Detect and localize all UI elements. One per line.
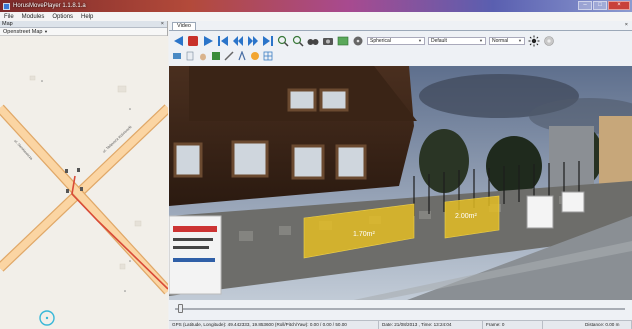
toolbar-row-tools — [172, 50, 273, 62]
menu-options[interactable]: Options — [52, 14, 73, 20]
mode-value: Normal — [492, 38, 509, 44]
document-icon[interactable] — [185, 51, 195, 61]
status-frame: Frame: 0 — [483, 320, 543, 329]
projection-value: Spherical — [370, 38, 391, 44]
step-forward-icon[interactable] — [247, 35, 259, 47]
projection-dropdown[interactable]: Spherical ▼ — [367, 37, 425, 45]
map-panel-title: Map — [2, 21, 13, 27]
video-panel: Video × Spherical ▼ Default ▼ Normal ▼ 1… — [169, 21, 632, 329]
chevron-down-icon: ▼ — [43, 29, 48, 34]
map-canvas[interactable]: ul. Tadeusza Kościuszki ul. Sienkiewicza — [0, 36, 168, 329]
settings-gear-icon[interactable] — [543, 35, 555, 47]
menu-help[interactable]: Help — [81, 14, 93, 20]
toolbar-row-playback: Spherical ▼ Default ▼ Normal ▼ — [172, 33, 555, 49]
map-panel-header: Map × — [0, 21, 167, 28]
chevron-down-icon: ▼ — [518, 38, 522, 43]
brightness-icon[interactable] — [528, 35, 540, 47]
status-gps: GPS (Latitude, Longitude): 49.442333, 19… — [169, 320, 379, 329]
angle-icon[interactable] — [237, 51, 247, 61]
film-reel-icon[interactable] — [352, 35, 364, 47]
status-datetime: Date: 21/08/2013 , Time: 13:24:04 — [379, 320, 483, 329]
map-source-value: Openstreet Map — [3, 29, 43, 35]
skip-start-icon[interactable] — [217, 35, 229, 47]
grid-icon[interactable] — [263, 51, 273, 61]
measure-label: 2.00m² — [455, 213, 477, 220]
window-titlebar: HorusMovePlayer 1.1.8.1.a – □ × — [0, 0, 632, 12]
image-icon[interactable] — [211, 51, 221, 61]
window-title: HorusMovePlayer 1.1.8.1.a — [13, 3, 86, 9]
seek-track[interactable] — [175, 308, 625, 310]
chevron-down-icon: ▼ — [479, 38, 483, 43]
close-window-icon[interactable]: × — [608, 1, 630, 10]
status-distance: Distance: 0.00 m — [582, 320, 632, 329]
seek-handle[interactable] — [178, 304, 183, 313]
menu-bar: File Modules Options Help — [0, 12, 632, 21]
mode-dropdown[interactable]: Normal ▼ — [489, 37, 525, 45]
zoom-out-icon[interactable] — [292, 35, 304, 47]
measure-tool-icon[interactable] — [224, 51, 234, 61]
video-panel-close-icon[interactable]: × — [625, 22, 628, 28]
map-panel: Map × Openstreet Map ▼ ul. Tadeusza Kośc… — [0, 21, 168, 329]
rewind-icon[interactable] — [172, 35, 184, 47]
camera-icon[interactable] — [322, 35, 334, 47]
menu-modules[interactable]: Modules — [22, 14, 45, 20]
maximize-icon[interactable]: □ — [593, 1, 607, 10]
binoculars-icon[interactable] — [307, 35, 319, 47]
seekbar — [169, 300, 632, 318]
hand-icon[interactable] — [198, 51, 208, 61]
layers-icon[interactable] — [172, 51, 182, 61]
view-dropdown[interactable]: Default ▼ — [428, 37, 486, 45]
status-bar: GPS (Latitude, Longitude): 49.442333, 19… — [169, 320, 632, 329]
area-measure-icon[interactable] — [250, 51, 260, 61]
record-button[interactable] — [187, 35, 199, 47]
window-controls: – □ × — [578, 1, 630, 10]
zoom-in-icon[interactable] — [277, 35, 289, 47]
view-value: Default — [431, 38, 447, 44]
skip-end-icon[interactable] — [262, 35, 274, 47]
panorama-view[interactable]: 1.70m² 2.00m² — [169, 66, 632, 318]
step-back-icon[interactable] — [232, 35, 244, 47]
video-toolbar: Spherical ▼ Default ▼ Normal ▼ — [169, 30, 632, 66]
measure-label: 1.70m² — [353, 231, 375, 238]
map-panel-close-icon[interactable]: × — [161, 21, 164, 28]
app-icon — [3, 2, 10, 10]
menu-file[interactable]: File — [4, 14, 14, 20]
tab-video[interactable]: Video — [172, 22, 196, 30]
chevron-down-icon: ▼ — [418, 38, 422, 43]
play-icon[interactable] — [202, 35, 214, 47]
image-export-icon[interactable] — [337, 35, 349, 47]
minimize-icon[interactable]: – — [578, 1, 592, 10]
map-source-dropdown[interactable]: Openstreet Map ▼ — [0, 28, 167, 36]
